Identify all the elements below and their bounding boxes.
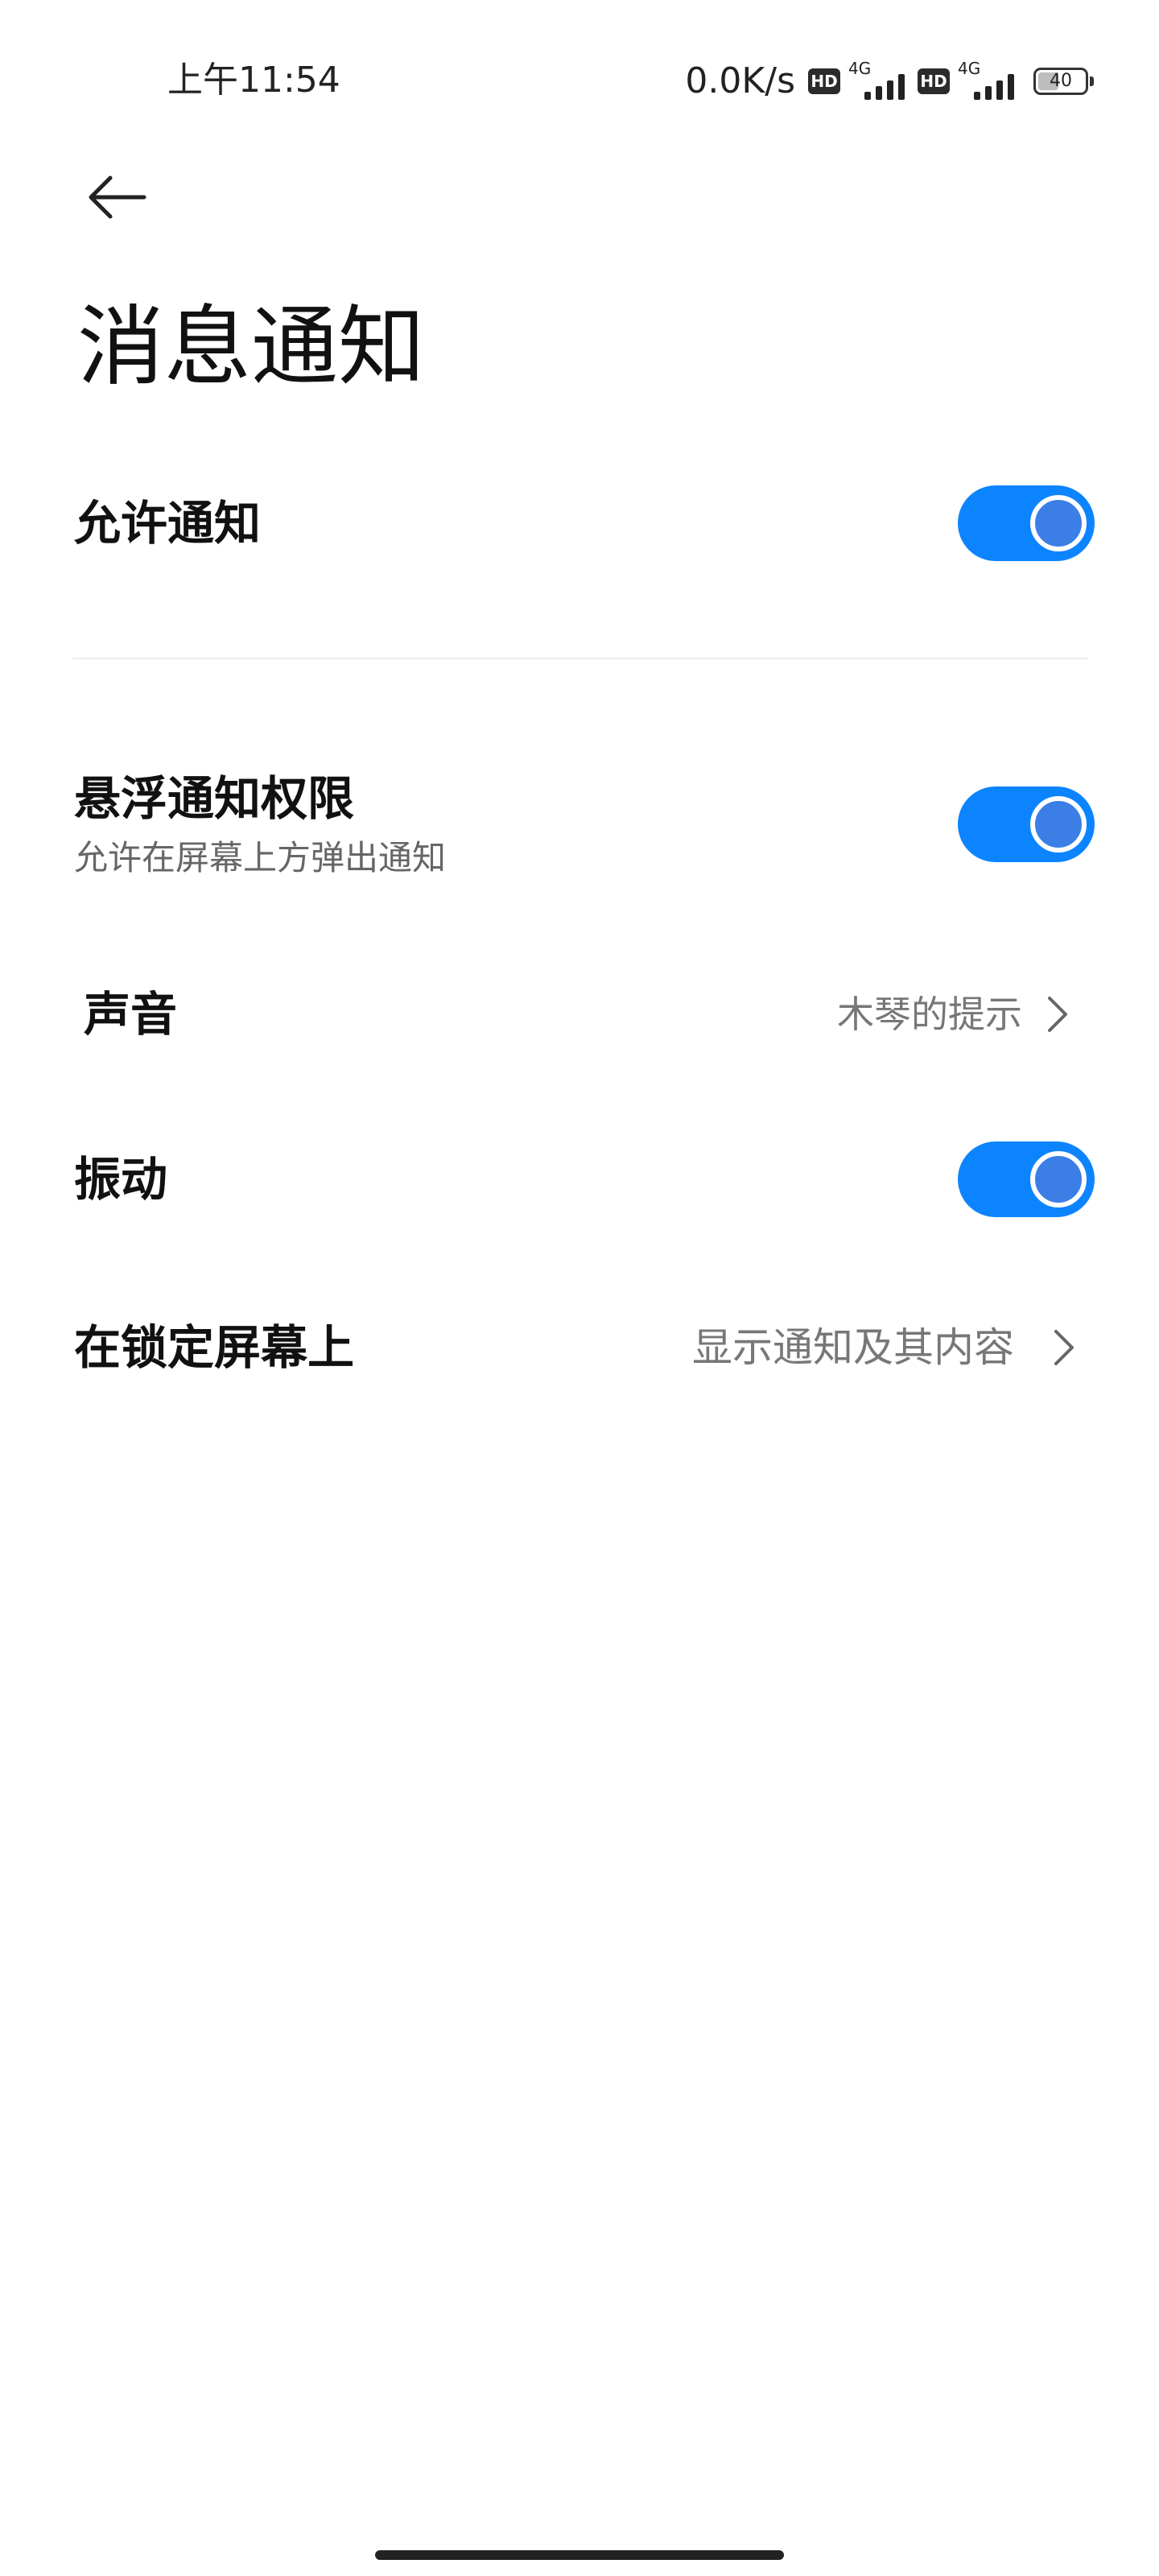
battery-icon: 40 (1033, 68, 1095, 95)
signal-sim2: 4G (958, 60, 1019, 103)
vibration-row[interactable]: 振动 (0, 1111, 1159, 1248)
section-divider (72, 658, 1088, 659)
hd-badge-sim2: HD (918, 68, 950, 94)
floating-notifications-label: 悬浮通知权限 (74, 771, 355, 826)
network-speed: 0.0K/s (685, 60, 795, 101)
lock-screen-label: 在锁定屏幕上 (74, 1320, 355, 1375)
vibration-toggle[interactable] (958, 1141, 1095, 1217)
status-bar: 上午11:54 0.0K/s HD 4G HD 4G 40 (0, 0, 1159, 153)
hd-badge-sim1: HD (808, 68, 840, 94)
vibration-label: 振动 (74, 1152, 168, 1207)
chevron-right-icon (1040, 1323, 1088, 1372)
lock-screen-row[interactable]: 在锁定屏幕上 显示通知及其内容 (0, 1280, 1159, 1417)
notification-settings-screen: 上午11:54 0.0K/s HD 4G HD 4G 40 消息通知 允许通知 … (0, 0, 1159, 2576)
signal-bars-icon (974, 74, 1014, 100)
signal-sim1: 4G (848, 60, 909, 103)
battery-level: 40 (1050, 71, 1072, 91)
allow-notifications-toggle[interactable] (958, 485, 1095, 561)
allow-notifications-row[interactable]: 允许通知 (0, 451, 1159, 596)
arrow-left-icon (89, 175, 146, 219)
home-indicator[interactable] (375, 2550, 784, 2560)
sound-value: 木琴的提示 (837, 993, 1022, 1036)
toggle-knob (1030, 796, 1087, 852)
floating-notifications-toggle[interactable] (958, 786, 1095, 862)
toggle-knob (1030, 1151, 1087, 1208)
chevron-right-icon (1033, 990, 1082, 1038)
sound-row[interactable]: 声音 木琴的提示 (0, 950, 1159, 1079)
toggle-knob (1030, 495, 1087, 551)
sound-label: 声音 (84, 987, 178, 1042)
allow-notifications-label: 允许通知 (74, 496, 262, 551)
signal-bars-icon (864, 74, 905, 100)
status-indicators: 0.0K/s HD 4G HD 4G 40 (685, 53, 1095, 109)
status-time: 上午11:54 (167, 60, 340, 101)
page-title: 消息通知 (77, 297, 426, 398)
battery-tip (1090, 76, 1094, 86)
lock-screen-value: 显示通知及其内容 (692, 1324, 1014, 1371)
back-button[interactable] (72, 153, 161, 242)
floating-notifications-description: 允许在屏幕上方弹出通知 (74, 838, 447, 877)
floating-notifications-row[interactable]: 悬浮通知权限 允许在屏幕上方弹出通知 (0, 741, 1159, 918)
